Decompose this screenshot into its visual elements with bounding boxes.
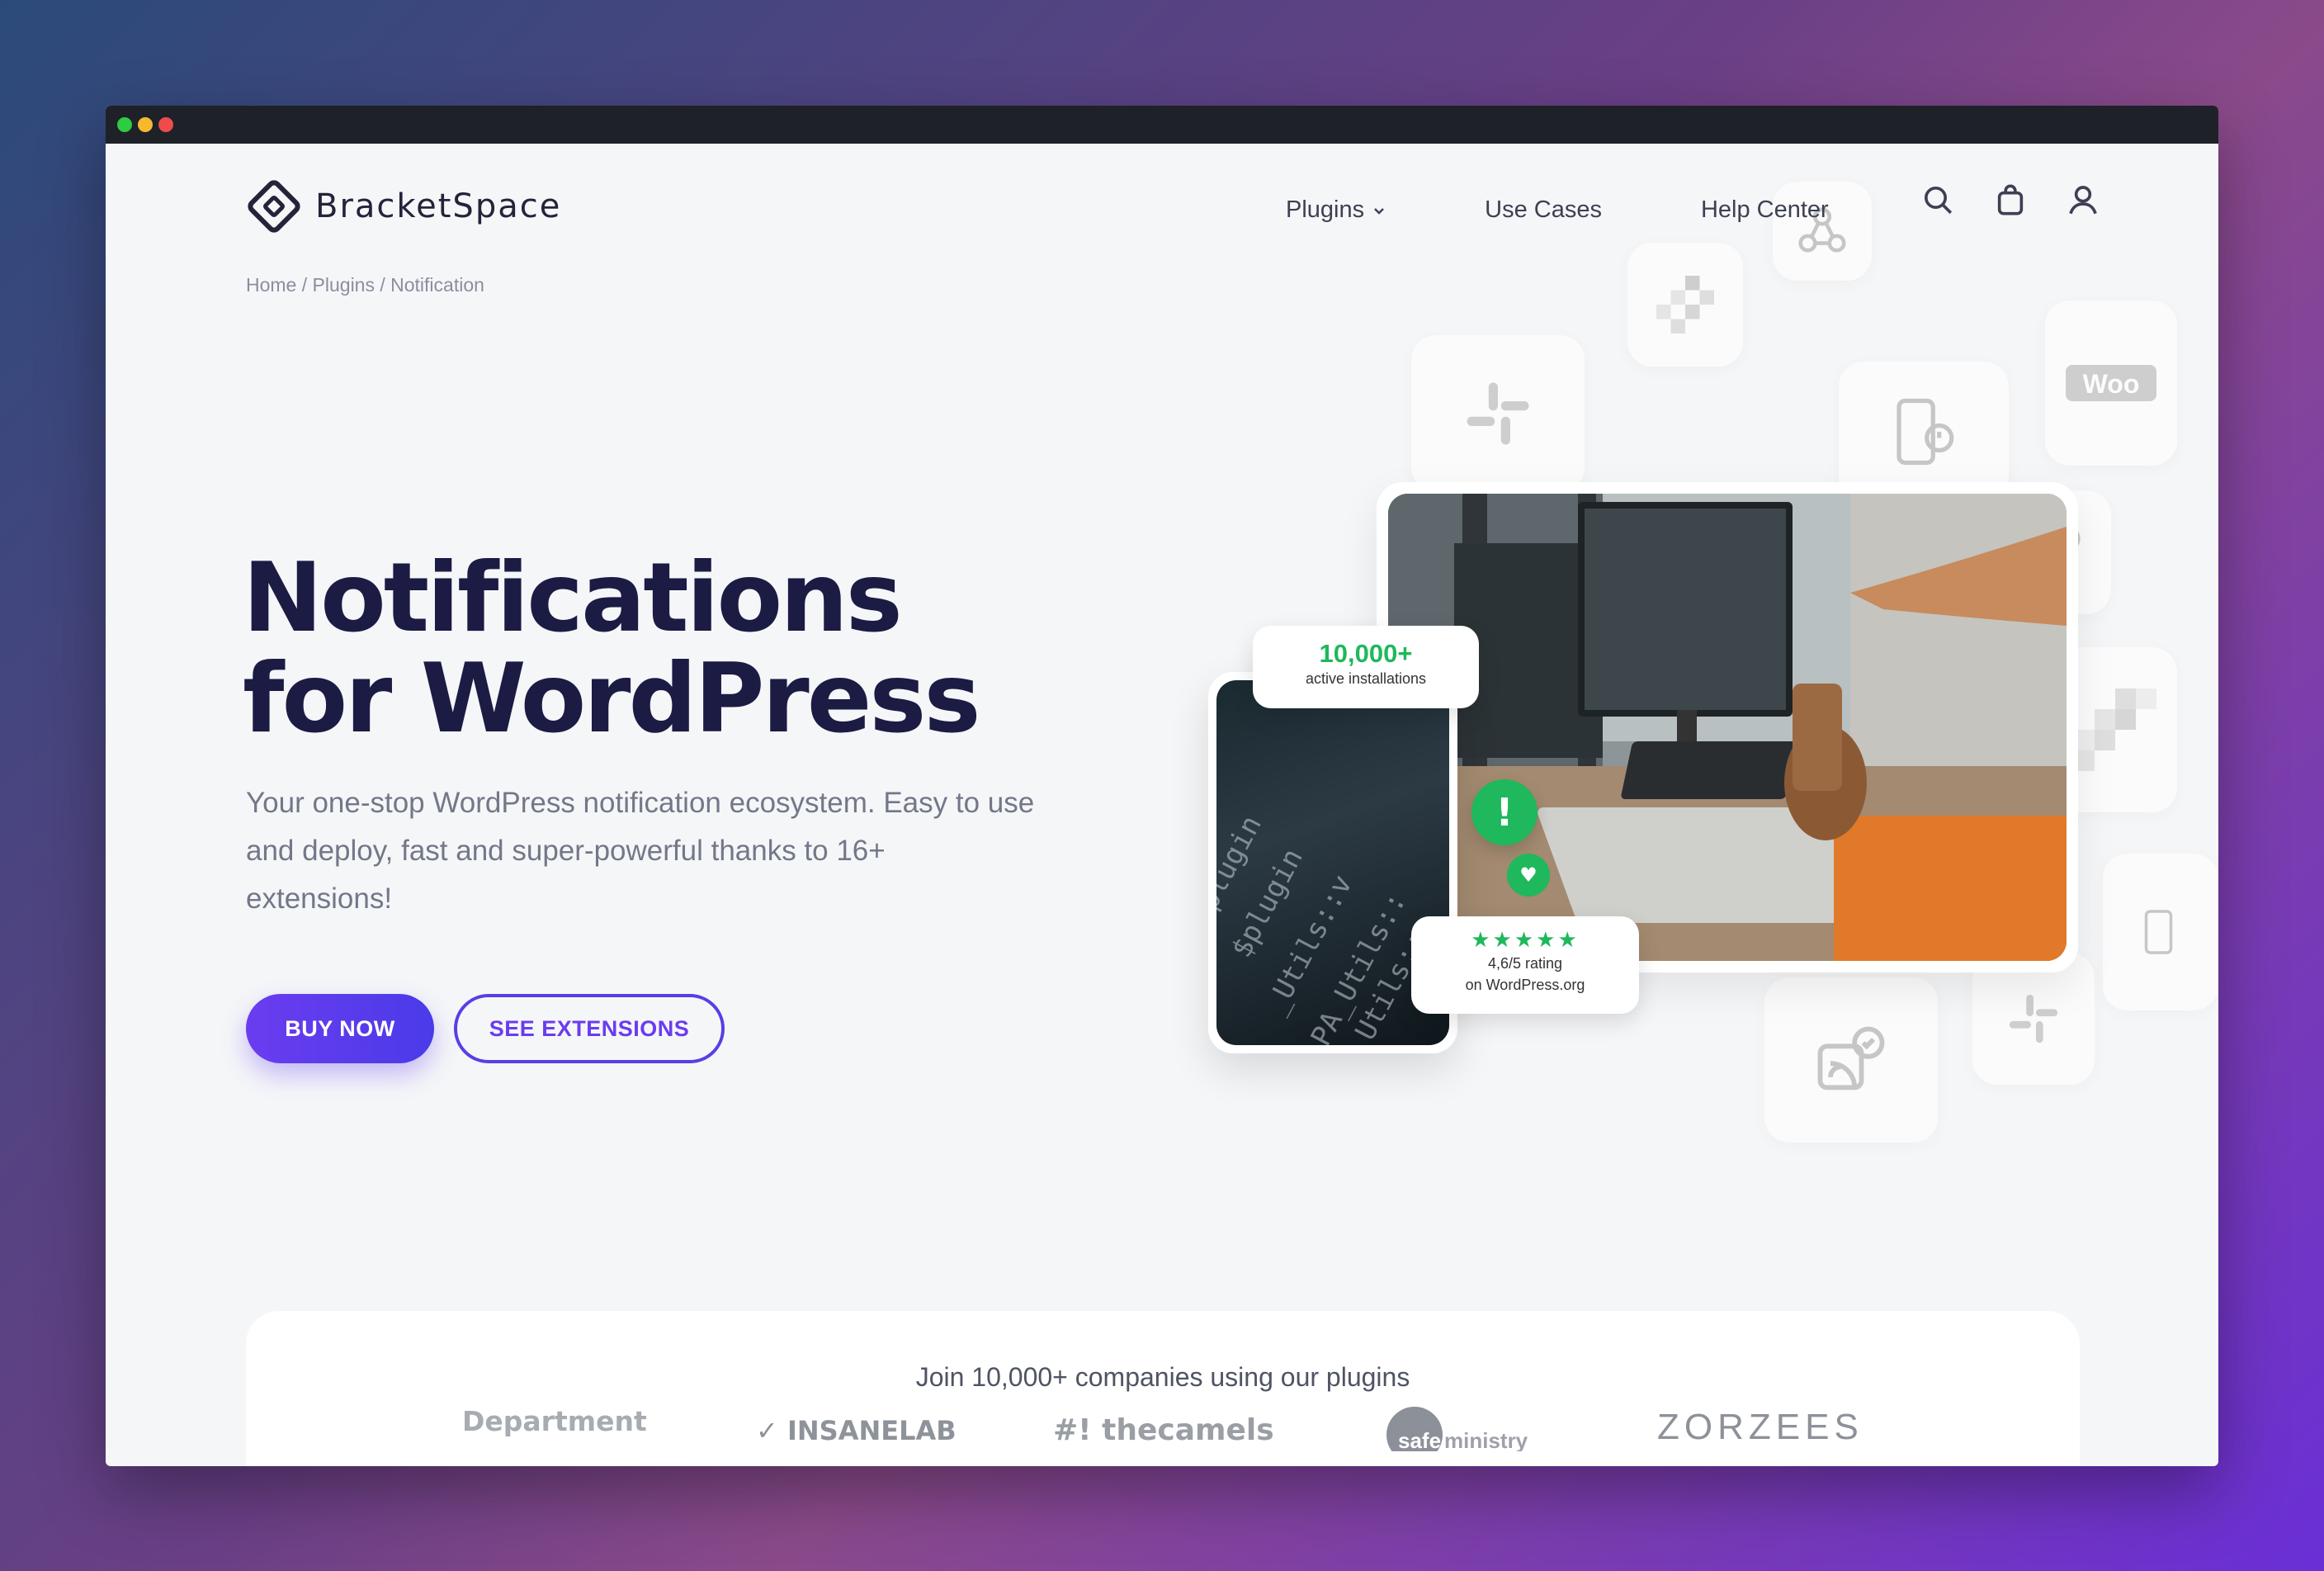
client-logo-insanelab: ✓ INSANELAB xyxy=(756,1415,957,1446)
window-titlebar xyxy=(106,106,2218,144)
window-maximize-button[interactable] xyxy=(117,117,132,132)
nav-item-label: Plugins xyxy=(1286,196,1365,223)
client-logo-safeministry: safe ministry xyxy=(1386,1405,1532,1451)
breadcrumb-separator: / xyxy=(296,274,313,296)
installs-badge: 10,000+ active installations xyxy=(1253,626,1479,708)
bg-tile xyxy=(1764,977,1938,1143)
main-nav: Plugins Use Cases Help Center xyxy=(1286,196,1829,224)
bg-tile xyxy=(1972,953,2095,1085)
window-minimize-button[interactable] xyxy=(138,117,153,132)
safe-ministry-logo: safe ministry xyxy=(1386,1407,1528,1451)
rating-source: on WordPress.org xyxy=(1465,977,1585,993)
pixel-pattern-icon xyxy=(2074,688,2156,771)
brand-logo[interactable]: BracketSpace xyxy=(244,177,561,236)
buy-now-button[interactable]: BUY NOW xyxy=(246,994,434,1063)
rss-check-icon xyxy=(1817,1026,1885,1091)
installs-value: 10,000+ xyxy=(1319,639,1413,668)
nav-item-label: Help Center xyxy=(1700,196,1829,223)
header-actions xyxy=(1921,183,2100,216)
rating-badge: ★★★★★ 4,6/5 rating on WordPress.org xyxy=(1411,916,1639,1014)
nav-item-help-center[interactable]: Help Center xyxy=(1701,196,1829,224)
breadcrumb-plugins[interactable]: Plugins xyxy=(313,274,375,296)
nav-item-use-cases[interactable]: Use Cases xyxy=(1485,196,1602,224)
chevron-down-icon xyxy=(1374,207,1385,215)
bg-tile xyxy=(1411,335,1585,492)
bg-tile xyxy=(1627,243,1743,367)
svg-text:safe: safe xyxy=(1398,1428,1441,1451)
office-scene-illustration xyxy=(1388,494,2067,961)
bg-tile: Woo xyxy=(2045,300,2177,466)
see-extensions-button[interactable]: SEE EXTENSIONS xyxy=(454,994,725,1063)
client-logo-department: Department xyxy=(462,1405,647,1437)
client-logo-zorzees: ZORZEES xyxy=(1657,1407,1863,1447)
star-rating-icons: ★★★★★ xyxy=(1471,928,1580,953)
bracketspace-logo-icon xyxy=(248,180,300,233)
brand-name: BracketSpace xyxy=(315,187,562,225)
rating-text: 4,6/5 rating xyxy=(1487,955,1563,972)
mobile-notification-icon xyxy=(1897,398,1954,466)
woocommerce-icon: Woo xyxy=(2066,365,2156,401)
page-content: Woo BracketSpace Plugins Use Cases Help … xyxy=(106,144,2218,1466)
bg-tile xyxy=(1839,362,2009,502)
clients-title: Join 10,000+ companies using our plugins xyxy=(915,1362,1410,1392)
heart-icon: ♥ xyxy=(1507,854,1550,897)
nav-item-label: Use Cases xyxy=(1485,196,1602,223)
client-logo-thecamels: #! thecamels xyxy=(1053,1413,1274,1447)
breadcrumb-separator: / xyxy=(374,274,391,296)
user-icon[interactable] xyxy=(2067,183,2100,216)
installs-label: active installations xyxy=(1305,670,1427,687)
hero-subtitle-line: and deploy, fast and super-powerful than… xyxy=(246,835,886,867)
hero-subtitle-line: extensions! xyxy=(246,883,393,915)
hero-photo-developers xyxy=(1377,482,2078,972)
pixel-pattern-icon xyxy=(1656,276,1714,334)
page-title-line: Notifications xyxy=(243,542,903,654)
search-icon[interactable] xyxy=(1921,183,1954,216)
breadcrumb: Home / Plugins / Notification xyxy=(246,274,484,296)
exclamation-icon: ! xyxy=(1471,779,1538,845)
page-title-line: for WordPress xyxy=(243,643,981,755)
mobile-icon xyxy=(2144,910,2173,954)
svg-text:ministry: ministry xyxy=(1444,1428,1528,1451)
bg-tile xyxy=(2103,854,2218,1010)
slack-icon xyxy=(2009,994,2058,1043)
hero-subtitle-line: Your one-stop WordPress notification eco… xyxy=(246,787,1035,819)
window-close-button[interactable] xyxy=(158,117,173,132)
hero-photo-image xyxy=(1388,494,2067,961)
page-title: Notifications for WordPress xyxy=(243,548,1068,750)
browser-window: Woo BracketSpace Plugins Use Cases Help … xyxy=(106,106,2218,1466)
hero-subtitle: Your one-stop WordPress notification eco… xyxy=(246,779,1088,923)
nav-item-plugins[interactable]: Plugins xyxy=(1286,196,1386,224)
breadcrumb-home[interactable]: Home xyxy=(246,274,296,296)
insanelab-mark-icon: ✓ xyxy=(756,1415,778,1446)
slack-icon xyxy=(1467,382,1529,445)
breadcrumb-current: Notification xyxy=(390,274,484,296)
cart-icon[interactable] xyxy=(1994,183,2027,216)
client-logo-text: INSANELAB xyxy=(786,1415,957,1446)
svg-text:Woo: Woo xyxy=(2083,369,2140,399)
